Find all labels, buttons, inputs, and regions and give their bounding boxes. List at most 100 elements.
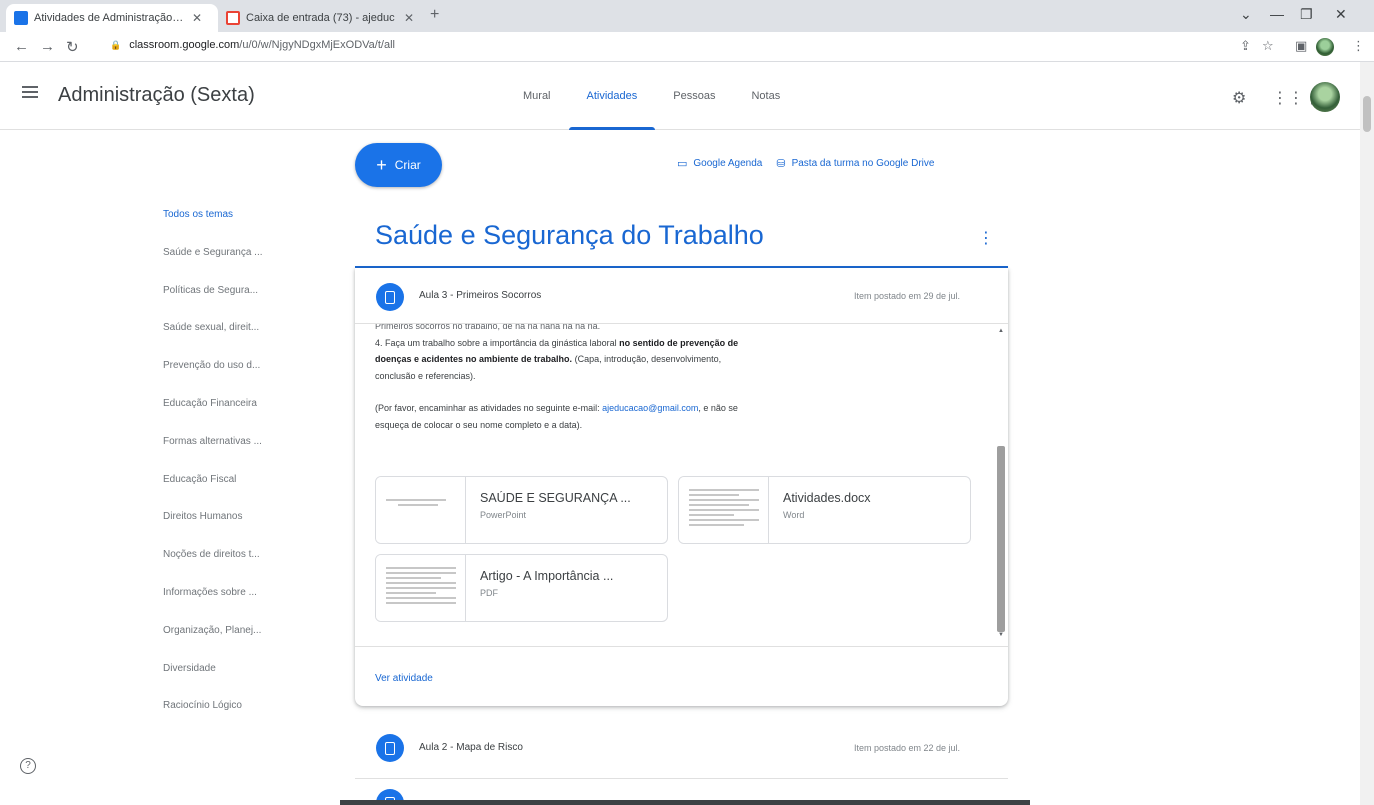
desc-line: Primeiros socorros no trabalho, de na na… [375, 324, 601, 331]
plus-icon: + [376, 154, 387, 175]
attachment-name: Atividades.docx [783, 491, 871, 505]
attachment-type: PowerPoint [480, 510, 527, 520]
drive-folder-link[interactable]: ⛁ Pasta da turma no Google Drive [776, 157, 934, 170]
calendar-icon: ▭ [677, 158, 688, 170]
topic-item[interactable]: Informações sobre ... [163, 583, 288, 621]
topic-item[interactable]: Educação Financeira [163, 394, 288, 432]
assignment-title: Aula 2 - Mapa de Risco [419, 742, 523, 753]
topic-item[interactable]: Direitos Humanos [163, 507, 288, 545]
close-window-icon[interactable]: ✕ [1335, 6, 1347, 23]
topic-more-icon[interactable]: ⋮ [978, 228, 994, 248]
attachment-thumbnail [679, 477, 769, 543]
topic-title: Saúde e Segurança do Trabalho [375, 220, 764, 250]
share-icon[interactable]: ⇪ [1240, 38, 1251, 54]
browser-tabstrip: Atividades de Administração (Se ✕ Caixa … [0, 0, 1374, 32]
attachment-thumbnail [376, 555, 466, 621]
attachment-type: Word [783, 510, 805, 520]
browser-tab-classroom[interactable]: Atividades de Administração (Se ✕ [6, 4, 218, 32]
desc-paragraph: (Por favor, encaminhar as atividades no … [375, 400, 755, 433]
attachment-type: PDF [480, 588, 498, 598]
details-scrollbar[interactable]: ▲ ▼ [996, 324, 1006, 646]
tab-title: Caixa de entrada (73) - ajeduc [246, 12, 395, 24]
google-calendar-link[interactable]: ▭ Google Agenda [677, 157, 762, 170]
bookmark-star-icon[interactable]: ☆ [1262, 38, 1274, 54]
assignment-icon [376, 734, 404, 762]
tab-mural[interactable]: Mural [505, 62, 569, 130]
page-scrollbar-thumb[interactable] [1363, 96, 1371, 132]
assignment-details: Primeiros socorros no trabalho, de na na… [355, 324, 1008, 646]
assignment-footer: Ver atividade [355, 646, 1008, 706]
scroll-up-icon[interactable]: ▲ [998, 328, 1004, 334]
address-bar[interactable]: 🔒 classroom.google.com /u/0/w/NjgyNDgxMj… [110, 39, 395, 51]
tab-notas[interactable]: Notas [733, 62, 798, 130]
drive-link-label: Pasta da turma no Google Drive [791, 158, 935, 169]
assignment-title: Aula 3 - Primeiros Socorros [419, 290, 542, 301]
attachment-thumbnail [376, 477, 466, 543]
topic-item[interactable]: Saúde sexual, direit... [163, 318, 288, 356]
create-button[interactable]: + Criar [355, 143, 442, 187]
desc-text: (Por favor, encaminhar as atividades no … [375, 403, 600, 413]
topic-item[interactable]: Diversidade [163, 659, 288, 697]
tab-close-icon[interactable]: ✕ [404, 11, 414, 25]
class-nav: Mural Atividades Pessoas Notas [505, 62, 798, 130]
url-host: classroom.google.com [129, 39, 240, 51]
email-link[interactable]: ajeducacao@gmail.com [602, 403, 698, 413]
class-title[interactable]: Administração (Sexta) [58, 84, 255, 107]
taskbar-edge [340, 800, 1030, 805]
topic-item[interactable]: Todos os temas [163, 205, 288, 243]
topic-item[interactable]: Saúde e Segurança ... [163, 243, 288, 281]
assignment-card: Aula 3 - Primeiros Socorros Item postado… [355, 268, 1008, 706]
attachment-pdf[interactable]: Artigo - A Importância ... PDF [375, 554, 668, 622]
topic-item[interactable]: Prevenção do uso d... [163, 356, 288, 394]
view-assignment-link[interactable]: Ver atividade [375, 673, 433, 684]
topic-item[interactable]: Políticas de Segura... [163, 281, 288, 319]
page-scrollbar[interactable] [1360, 62, 1374, 805]
back-icon[interactable]: ← [14, 38, 29, 55]
reload-icon[interactable]: ↻ [66, 38, 79, 56]
tab-close-icon[interactable]: ✕ [192, 11, 202, 25]
tab-search-icon[interactable]: ⌄ [1240, 6, 1252, 23]
settings-gear-icon[interactable]: ⚙ [1232, 88, 1246, 108]
topic-item[interactable]: Raciocínio Lógico [163, 696, 288, 734]
desc-paragraph: 4. Faça um trabalho sobre a importância … [375, 335, 755, 385]
browser-menu-icon[interactable]: ⋮ [1352, 38, 1365, 54]
create-label: Criar [394, 158, 421, 172]
topic-item[interactable]: Formas alternativas ... [163, 432, 288, 470]
topic-item[interactable]: Noções de direitos t... [163, 545, 288, 583]
attachment-name: SAÚDE E SEGURANÇA ... [480, 491, 631, 505]
attachment-powerpoint[interactable]: SAÚDE E SEGURANÇA ... PowerPoint [375, 476, 668, 544]
minimize-icon[interactable]: — [1270, 6, 1284, 22]
assignment-date: Item postado em 29 de jul. [853, 291, 960, 301]
side-panel-icon[interactable]: ▣ [1295, 38, 1307, 54]
topics-sidebar: Todos os temas Saúde e Segurança ... Pol… [163, 205, 293, 734]
scroll-down-icon[interactable]: ▼ [998, 632, 1004, 638]
assignment-row[interactable]: Aula 2 - Mapa de Risco Item postado em 2… [355, 718, 1008, 774]
desc-text: 4. Faça um trabalho sobre a importância … [375, 337, 617, 348]
topic-item[interactable]: Organização, Planej... [163, 621, 288, 659]
assignment-description: Primeiros socorros no trabalho, de na na… [375, 324, 755, 433]
attachment-name: Artigo - A Importância ... [480, 569, 614, 583]
assignment-icon [376, 283, 404, 311]
gmail-favicon-icon [226, 11, 240, 25]
profile-avatar[interactable] [1316, 38, 1334, 56]
classroom-favicon-icon [14, 11, 28, 25]
details-scrollbar-thumb[interactable] [997, 446, 1005, 632]
assignment-header[interactable]: Aula 3 - Primeiros Socorros Item postado… [355, 268, 1008, 324]
calendar-link-label: Google Agenda [693, 158, 763, 169]
shared-drive-icon: ⛁ [776, 158, 786, 170]
tab-pessoas[interactable]: Pessoas [655, 62, 733, 130]
hamburger-menu-icon[interactable] [22, 86, 38, 98]
browser-tab-gmail[interactable]: Caixa de entrada (73) - ajeduc ✕ [218, 4, 426, 32]
account-avatar[interactable] [1310, 82, 1340, 112]
assignment-date: Item postado em 22 de jul. [853, 743, 960, 753]
class-links: ▭ Google Agenda ⛁ Pasta da turma no Goog… [677, 157, 948, 170]
forward-icon[interactable]: → [40, 38, 55, 55]
browser-toolbar: ← → ↻ 🔒 classroom.google.com /u/0/w/Njgy… [0, 32, 1374, 62]
help-icon[interactable]: ? [20, 758, 36, 774]
tab-atividades[interactable]: Atividades [568, 62, 656, 130]
tab-title: Atividades de Administração (Se [34, 12, 184, 24]
new-tab-icon[interactable]: + [430, 6, 439, 24]
topic-item[interactable]: Educação Fiscal [163, 470, 288, 508]
restore-icon[interactable]: ❐ [1300, 6, 1313, 23]
attachment-word[interactable]: Atividades.docx Word [678, 476, 971, 544]
